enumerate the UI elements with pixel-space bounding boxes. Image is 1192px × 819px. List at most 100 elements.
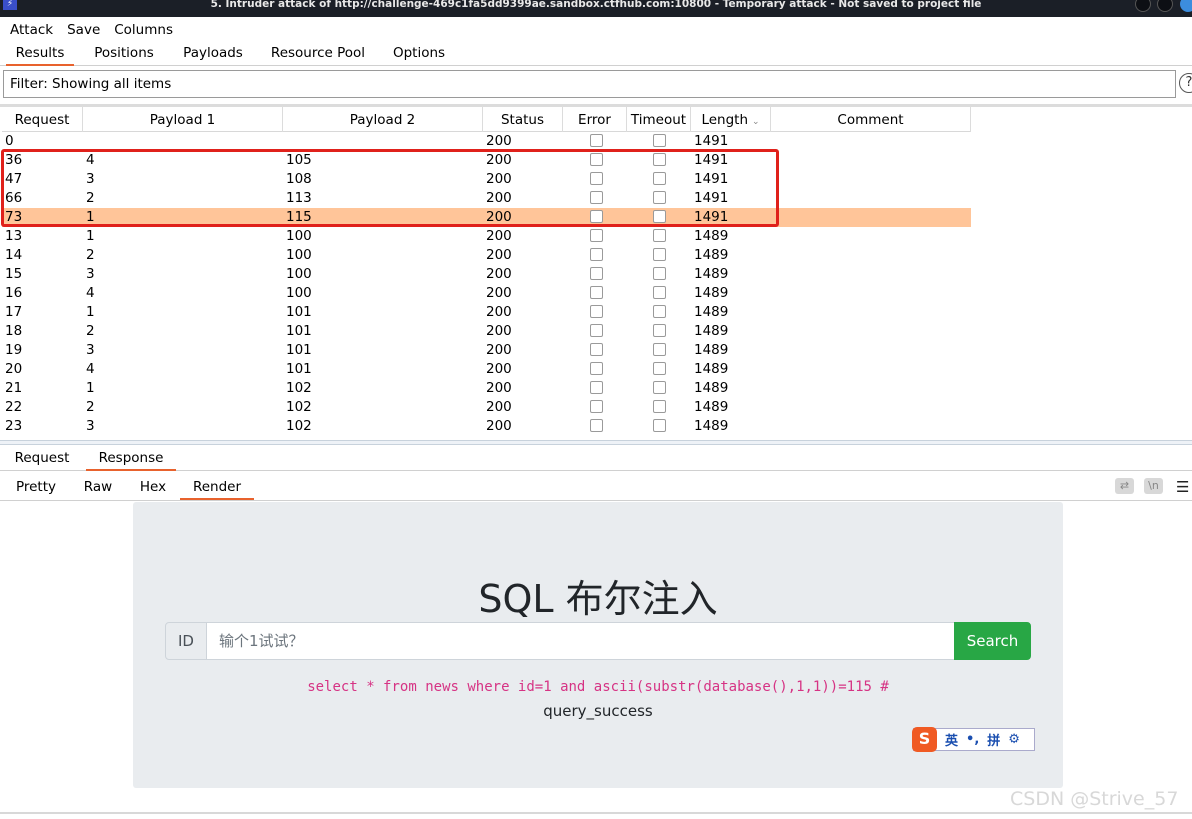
table-row[interactable]: 47 3 108 200 1491: [2, 170, 971, 189]
table-row[interactable]: 36 4 105 200 1491: [2, 151, 971, 170]
cell-length: 1491: [694, 190, 729, 206]
cell-p1: 1: [86, 209, 95, 225]
cell-request: 73: [5, 209, 23, 225]
cell-p2: 101: [286, 304, 312, 320]
cell-length: 1489: [694, 266, 729, 282]
cell-p2: 102: [286, 380, 312, 396]
results-table[interactable]: Request Payload 1 Payload 2 Status Error…: [2, 107, 1192, 440]
error-checkbox: [590, 191, 603, 204]
col-length[interactable]: Length ⌄: [691, 107, 771, 132]
error-checkbox: [590, 172, 603, 185]
timeout-checkbox: [653, 172, 666, 185]
table-row[interactable]: 20 4 101 200 1489: [2, 360, 971, 379]
wrap-icon[interactable]: ⇄: [1115, 478, 1134, 494]
tab-positions[interactable]: Positions: [88, 42, 160, 66]
error-checkbox: [590, 400, 603, 413]
tab-resource-pool[interactable]: Resource Pool: [266, 42, 370, 66]
col-length-label: Length: [701, 112, 749, 128]
cell-status: 200: [486, 285, 512, 301]
menu-save[interactable]: Save: [67, 22, 100, 38]
cell-request: 19: [5, 342, 23, 358]
error-checkbox: [590, 381, 603, 394]
ime-punctuation[interactable]: •,: [966, 732, 979, 747]
id-label: ID: [165, 622, 207, 660]
tab-payloads[interactable]: Payloads: [176, 42, 250, 66]
newline-icon[interactable]: \n: [1144, 478, 1163, 494]
close-window-button[interactable]: [1180, 0, 1192, 12]
menu-attack[interactable]: Attack: [10, 22, 53, 38]
col-error[interactable]: Error: [563, 107, 627, 132]
tab-request[interactable]: Request: [6, 447, 78, 471]
tab-response[interactable]: Response: [86, 447, 176, 471]
col-request[interactable]: Request: [2, 107, 83, 132]
col-timeout[interactable]: Timeout: [627, 107, 691, 132]
col-comment[interactable]: Comment: [771, 107, 971, 132]
tab-raw[interactable]: Raw: [76, 476, 120, 500]
cell-length: 1489: [694, 285, 729, 301]
ime-mode[interactable]: 拼: [987, 730, 1000, 749]
gear-icon[interactable]: ⚙: [1008, 732, 1020, 747]
menu-columns[interactable]: Columns: [114, 22, 173, 38]
timeout-checkbox: [653, 381, 666, 394]
menu-bar: Attack Save Columns: [0, 19, 1192, 41]
tab-pretty[interactable]: Pretty: [8, 476, 64, 500]
table-row[interactable]: 0 200 1491: [2, 132, 971, 151]
table-row[interactable]: 19 3 101 200 1489: [2, 341, 971, 360]
cell-status: 200: [486, 171, 512, 187]
cell-request: 20: [5, 361, 23, 377]
table-row[interactable]: 13 1 100 200 1489: [2, 227, 971, 246]
table-row[interactable]: 15 3 100 200 1489: [2, 265, 971, 284]
query-result-text: query_success: [543, 702, 653, 720]
table-row[interactable]: 21 1 102 200 1489: [2, 379, 971, 398]
id-input[interactable]: 输个1试试？: [206, 622, 955, 660]
col-status[interactable]: Status: [483, 107, 563, 132]
cell-request: 14: [5, 247, 23, 263]
cell-length: 1489: [694, 361, 729, 377]
table-row[interactable]: 66 2 113 200 1491: [2, 189, 971, 208]
tab-render[interactable]: Render: [180, 476, 254, 500]
col-payload1[interactable]: Payload 1: [83, 107, 283, 132]
menu-icon[interactable]: ☰: [1176, 478, 1189, 496]
search-button[interactable]: Search: [954, 622, 1031, 660]
cell-p2: 105: [286, 152, 312, 168]
ime-toolbar[interactable]: S 英 •, 拼 ⚙: [912, 727, 1035, 752]
cell-p2: 101: [286, 361, 312, 377]
table-row[interactable]: 17 1 101 200 1489: [2, 303, 971, 322]
message-tabs: Request Response: [0, 447, 1192, 471]
table-row[interactable]: 14 2 100 200 1489: [2, 246, 971, 265]
error-checkbox: [590, 210, 603, 223]
minimize-button[interactable]: [1135, 0, 1151, 12]
cell-request: 13: [5, 228, 23, 244]
table-row[interactable]: 22 2 102 200 1489: [2, 398, 971, 417]
main-tabs: Results Positions Payloads Resource Pool…: [0, 42, 1192, 66]
error-checkbox: [590, 286, 603, 299]
cell-status: 200: [486, 418, 512, 434]
sort-desc-icon: ⌄: [752, 117, 760, 127]
cell-status: 200: [486, 266, 512, 282]
cell-status: 200: [486, 152, 512, 168]
error-checkbox: [590, 419, 603, 432]
table-row[interactable]: 18 2 101 200 1489: [2, 322, 971, 341]
col-payload2[interactable]: Payload 2: [283, 107, 483, 132]
tab-results[interactable]: Results: [6, 42, 74, 66]
cell-status: 200: [486, 133, 512, 149]
table-row[interactable]: 23 3 102 200 1489: [2, 417, 971, 436]
tab-hex[interactable]: Hex: [132, 476, 174, 500]
timeout-checkbox: [653, 191, 666, 204]
split-pane-divider[interactable]: [0, 440, 1192, 445]
ime-language[interactable]: 英: [945, 730, 958, 749]
timeout-checkbox: [653, 343, 666, 356]
cell-p1: 2: [86, 190, 95, 206]
sql-query-text: select * from news where id=1 and ascii(…: [307, 679, 889, 695]
burp-app-icon: ⚡: [3, 0, 17, 10]
cell-length: 1489: [694, 380, 729, 396]
tab-options[interactable]: Options: [385, 42, 453, 66]
cell-p1: 1: [86, 380, 95, 396]
filter-bar[interactable]: Filter: Showing all items: [3, 70, 1176, 98]
maximize-button[interactable]: [1157, 0, 1173, 12]
table-row[interactable]: 73 1 115 200 1491: [2, 208, 971, 227]
table-row[interactable]: 16 4 100 200 1489: [2, 284, 971, 303]
help-icon[interactable]: ?: [1179, 73, 1192, 93]
cell-p1: 4: [86, 285, 95, 301]
error-checkbox: [590, 267, 603, 280]
